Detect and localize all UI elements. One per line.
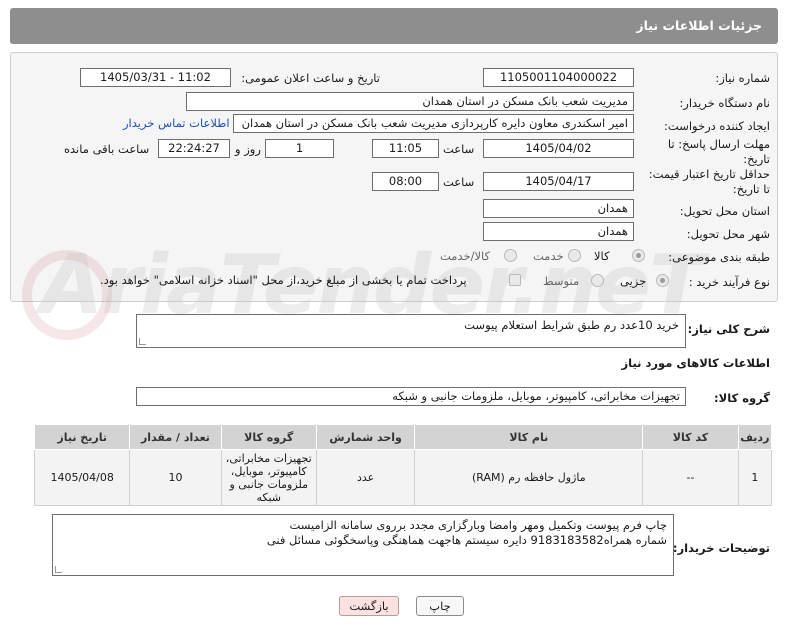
description-label: شرح کلی نیاز:	[687, 322, 770, 336]
items-table: ردیف کد کالا نام کالا واحد شمارش گروه کا…	[33, 424, 773, 506]
process-label: نوع فرآیند خرید :	[688, 275, 770, 289]
creator-field[interactable]: امیر اسکندری معاون دایره کارپردازی مدیری…	[233, 114, 634, 133]
validity-time-label: ساعت	[443, 175, 475, 189]
page-title: جزئیات اطلاعات نیاز	[636, 18, 762, 33]
remaining-label: ساعت باقی مانده	[64, 142, 150, 156]
cell-unit: عدد	[315, 449, 416, 506]
contact-info-link[interactable]: اطلاعات تماس خریدار	[123, 116, 230, 130]
process-minor-radio[interactable]	[656, 274, 669, 287]
category-both-radio[interactable]	[504, 249, 517, 262]
process-medium-radio[interactable]	[591, 274, 604, 287]
col-name-header: نام کالا	[414, 424, 644, 450]
cell-qty: 10	[129, 449, 222, 506]
reply-time-label: ساعت	[443, 142, 475, 156]
description-text: خرید 10عدد رم طبق شرایط استعلام پیوست	[464, 318, 679, 332]
goods-group-field[interactable]: تجهیزات مخابراتی، کامپیوتر، موبایل، ملزو…	[136, 387, 686, 406]
table-header-row: ردیف کد کالا نام کالا واحد شمارش گروه کا…	[33, 424, 773, 450]
resize-grip-icon[interactable]	[55, 566, 62, 573]
buyer-notes-line-1: چاپ فرم پیوست وتکمیل ومهر وامضا وبارگزار…	[289, 518, 667, 532]
col-qty-header: تعداد / مقدار	[129, 424, 222, 450]
reply-deadline-label-2: تاریخ:	[743, 152, 770, 166]
category-service-label: خدمت	[533, 249, 564, 263]
validity-time-field[interactable]: 08:00	[372, 172, 439, 191]
process-medium-label: متوسط	[543, 274, 580, 288]
resize-grip-icon[interactable]	[139, 338, 146, 345]
buyer-org-field[interactable]: مدیریت شعب بانک مسکن در استان همدان	[186, 92, 634, 111]
back-button[interactable]: بازگشت	[339, 596, 399, 616]
buyer-notes-label: توضیحات خریدار:	[672, 541, 770, 555]
remaining-time-field[interactable]: 22:24:27	[158, 139, 230, 158]
col-date-header: تاریخ نیاز	[33, 424, 131, 450]
reply-date-field[interactable]: 1405/04/02	[483, 139, 634, 158]
days-label: روز و	[235, 142, 261, 156]
province-field[interactable]: همدان	[483, 199, 634, 218]
cell-name: ماژول حافظه رم (RAM)	[414, 449, 644, 506]
province-label: استان محل تحویل:	[679, 204, 770, 218]
cell-group: تجهیزات مخابراتی، کامپیوتر، موبایل، ملزو…	[220, 449, 317, 506]
announce-field[interactable]: 1405/03/31 - 11:02	[80, 68, 231, 87]
category-service-radio[interactable]	[568, 249, 581, 262]
description-textarea[interactable]: خرید 10عدد رم طبق شرایط استعلام پیوست	[136, 314, 686, 348]
creator-label: ایجاد کننده درخواست:	[664, 119, 770, 133]
city-label: شهر محل تحویل:	[686, 227, 770, 241]
col-group-header: گروه کالا	[220, 424, 317, 450]
payment-note: پرداخت تمام یا بخشی از مبلغ خرید،از محل …	[100, 273, 467, 287]
cell-date: 1405/04/08	[33, 449, 131, 506]
validity-label-2: تا تاریخ:	[732, 182, 770, 196]
category-both-label: کالا/خدمت	[440, 249, 491, 263]
treasury-payment-checkbox[interactable]	[509, 274, 521, 286]
col-code-header: کد کالا	[642, 424, 739, 450]
process-minor-label: جزیی	[620, 274, 647, 288]
category-label: طبقه بندی موضوعی:	[668, 250, 770, 264]
category-goods-label: کالا	[594, 249, 610, 263]
cell-row: 1	[737, 449, 773, 506]
table-row[interactable]: 1 -- ماژول حافظه رم (RAM) عدد تجهیزات مخ…	[33, 449, 773, 506]
buyer-notes-textarea[interactable]: چاپ فرم پیوست وتکمیل ومهر وامضا وبارگزار…	[52, 514, 674, 576]
reply-deadline-label: مهلت ارسال پاسخ: تا	[667, 137, 770, 151]
validity-date-field[interactable]: 1405/04/17	[483, 172, 634, 191]
col-unit-header: واحد شمارش	[315, 424, 416, 450]
print-button[interactable]: چاپ	[416, 596, 464, 616]
buyer-notes-line-2: شماره همراه9183183582 دایره سیستم هاجهت …	[266, 533, 667, 547]
goods-group-label: گروه کالا:	[714, 391, 770, 405]
page-header: جزئیات اطلاعات نیاز	[10, 8, 778, 44]
cell-code: --	[642, 449, 739, 506]
need-number-label: شماره نیاز:	[715, 71, 770, 85]
need-number-field[interactable]: 1105001104000022	[483, 68, 634, 87]
days-field[interactable]: 1	[265, 139, 334, 158]
announce-label: تاریخ و ساعت اعلان عمومی:	[241, 71, 380, 85]
city-field[interactable]: همدان	[483, 222, 634, 241]
category-goods-radio[interactable]	[632, 249, 645, 262]
goods-section-title: اطلاعات کالاهای مورد نیاز	[621, 356, 770, 370]
validity-label: حداقل تاریخ اعتبار قیمت:	[648, 167, 770, 181]
buyer-org-label: نام دستگاه خریدار:	[679, 96, 770, 110]
col-row-header: ردیف	[737, 424, 773, 450]
reply-time-field[interactable]: 11:05	[372, 139, 439, 158]
